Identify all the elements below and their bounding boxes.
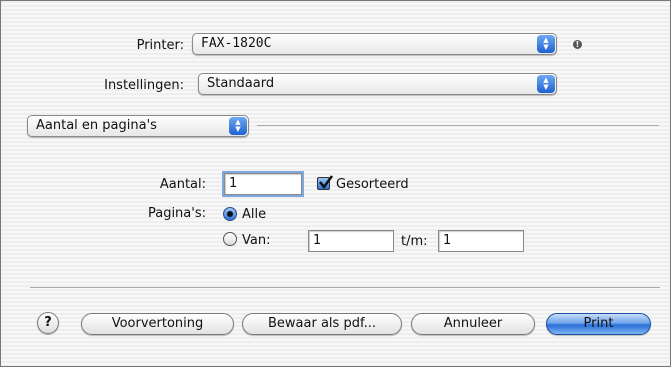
copies-input[interactable]: 1	[222, 171, 304, 197]
pages-label: Pagina's:	[147, 206, 206, 221]
copies-label: Aantal:	[159, 177, 206, 192]
up-down-arrows-icon: ▲ ▼	[537, 75, 555, 93]
print-button[interactable]: Print	[546, 313, 651, 335]
pages-range-radio[interactable]	[223, 232, 237, 246]
up-down-arrows-icon: ▲ ▼	[537, 35, 555, 53]
printer-value: FAX-1820C	[201, 36, 272, 51]
cancel-button[interactable]: Annuleer	[411, 313, 535, 335]
save-pdf-button[interactable]: Bewaar als pdf...	[242, 313, 402, 335]
print-dialog: Printer: FAX-1820C ▲ ▼ ! Instellingen: St…	[0, 0, 671, 367]
checkmark-icon	[319, 175, 333, 190]
panel-separator	[257, 125, 659, 126]
up-down-arrows-icon: ▲ ▼	[229, 117, 247, 135]
settings-popup[interactable]: Standaard ▲ ▼	[198, 73, 557, 95]
help-button[interactable]: ?	[37, 312, 59, 334]
panel-value: Aantal en pagina's	[36, 118, 157, 133]
preview-button[interactable]: Voorvertoning	[81, 313, 234, 335]
settings-value: Standaard	[207, 76, 275, 91]
pages-to-label: t/m:	[401, 234, 428, 249]
pages-from-label: Van:	[242, 233, 271, 248]
warning-icon[interactable]: !	[573, 40, 582, 49]
pages-all-radio[interactable]	[223, 207, 237, 221]
pages-from-input[interactable]: 1	[308, 230, 394, 252]
pages-to-input[interactable]: 1	[438, 230, 524, 252]
printer-label: Printer:	[136, 38, 184, 53]
collate-label: Gesorteerd	[336, 177, 409, 192]
settings-label: Instellingen:	[104, 78, 184, 93]
pages-all-label: Alle	[242, 207, 267, 222]
bottom-separator	[30, 287, 660, 288]
collate-checkbox[interactable]	[317, 175, 333, 190]
panel-popup[interactable]: Aantal en pagina's ▲ ▼	[27, 115, 249, 137]
printer-popup[interactable]: FAX-1820C ▲ ▼	[192, 33, 557, 55]
